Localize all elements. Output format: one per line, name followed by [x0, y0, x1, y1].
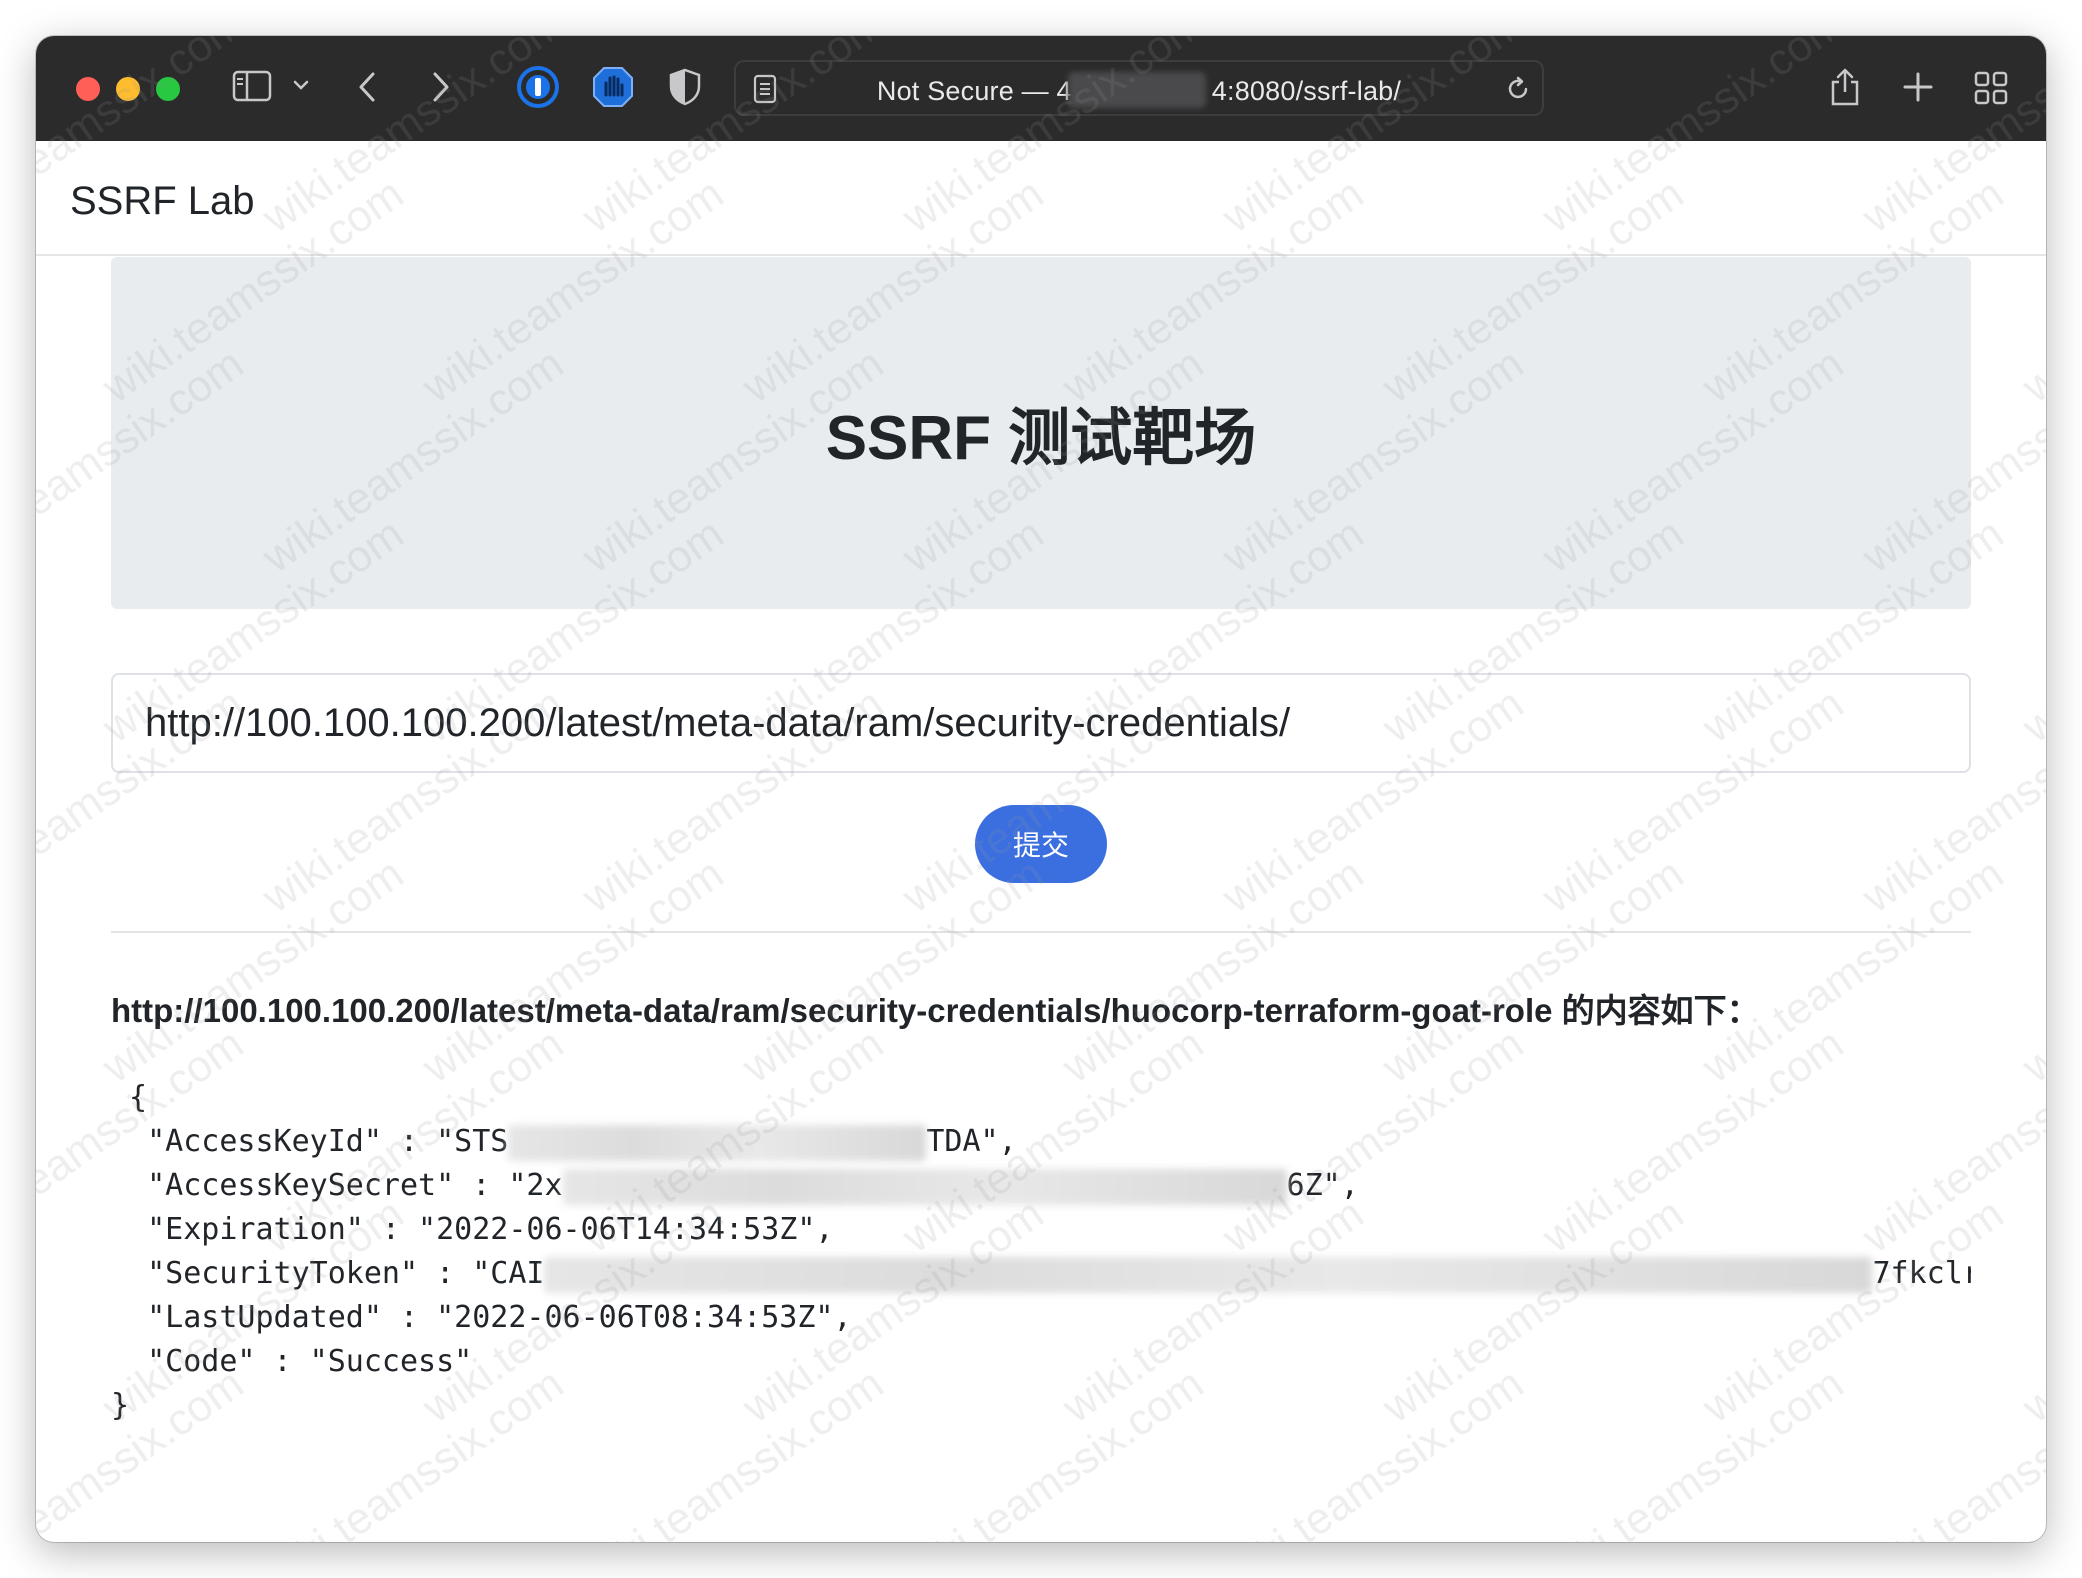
url-input[interactable] — [111, 673, 1971, 773]
json-expiration: "Expiration" : "2022-06-06T14:34:53Z", — [111, 1212, 834, 1247]
json-access-key-secret: "AccessKeySecret" : "2x 6Z", — [111, 1164, 1971, 1208]
sidebar-toggle-icon[interactable] — [232, 70, 272, 102]
chevron-down-icon[interactable] — [292, 78, 310, 92]
json-close-brace: } — [111, 1388, 130, 1423]
divider — [111, 931, 1971, 933]
tab-overview-icon[interactable] — [1974, 71, 2008, 105]
forward-arrow-icon[interactable] — [428, 70, 452, 104]
json-security-token: "SecurityToken" : "CAI 7fkclr — [111, 1252, 1971, 1296]
redacted-access-key-id — [508, 1124, 927, 1161]
watermark-text: wiki.teamssix.com — [733, 848, 1053, 1093]
watermark-text: wiki.teamssix.com — [1693, 848, 2013, 1093]
watermark-text: wiki.teamssix.com — [2013, 1188, 2046, 1433]
security-token-prefix: "SecurityToken" : "CAI — [111, 1256, 545, 1291]
watermark-text: wiki.teamssix.com — [1053, 848, 1373, 1093]
access-key-id-suffix: TDA", — [926, 1124, 1017, 1159]
address-bar[interactable]: Not Secure — 4 4:8080/ssrf-lab/ — [734, 60, 1544, 116]
json-open-brace: { — [111, 1080, 148, 1115]
submit-button[interactable]: 提交 — [975, 805, 1107, 883]
content-blocker-icon[interactable] — [591, 65, 635, 109]
site-navbar: SSRF Lab — [36, 141, 2046, 256]
result-heading: http://100.100.100.200/latest/meta-data/… — [111, 992, 1760, 1029]
watermark-text: wiki.teamssix.com — [2013, 508, 2046, 753]
new-tab-plus-icon[interactable] — [1902, 71, 1934, 103]
json-code: "Code" : "Success" — [111, 1344, 473, 1379]
watermark-text: wiki.teamssix.com — [2013, 848, 2046, 1093]
watermark-text: wiki.teamssix.com — [1373, 848, 1693, 1093]
access-key-secret-suffix: 6Z", — [1286, 1168, 1359, 1203]
watermark-text: wiki.teamssix.com — [413, 848, 733, 1093]
url-prefix: Not Secure — 4 — [876, 76, 1072, 106]
reload-icon[interactable] — [1504, 75, 1532, 103]
redacted-host — [1068, 72, 1206, 108]
redacted-access-key-secret — [562, 1168, 1287, 1205]
browser-window: Not Secure — 4 4:8080/ssrf-lab/ SSRF Lab … — [36, 36, 2046, 1542]
access-key-id-prefix: "AccessKeyId" : "STS — [111, 1124, 509, 1159]
json-access-key-id: "AccessKeyId" : "STS TDA", — [111, 1120, 1971, 1164]
navbar-brand[interactable]: SSRF Lab — [70, 179, 255, 224]
json-response: { "AccessKeyId" : "STS TDA", "AccessKeySe… — [111, 1076, 1971, 1428]
password-manager-icon[interactable] — [516, 65, 560, 109]
browser-toolbar: Not Secure — 4 4:8080/ssrf-lab/ — [36, 36, 2046, 141]
url-suffix: 4:8080/ssrf-lab/ — [1211, 76, 1402, 106]
privacy-shield-icon[interactable] — [668, 68, 702, 106]
minimize-window-button[interactable] — [116, 77, 140, 101]
watermark-text: wiki.teamssix.com — [93, 848, 413, 1093]
close-window-button[interactable] — [76, 77, 100, 101]
json-last-updated: "LastUpdated" : "2022-06-06T08:34:53Z", — [111, 1300, 852, 1335]
redacted-security-token — [544, 1256, 1873, 1293]
zoom-window-button[interactable] — [156, 77, 180, 101]
page-title: SSRF 测试靶场 — [825, 404, 1257, 473]
security-token-suffix: 7fkclr — [1872, 1256, 1971, 1291]
back-arrow-icon[interactable] — [356, 70, 380, 104]
share-icon[interactable] — [1828, 66, 1862, 108]
access-key-secret-prefix: "AccessKeySecret" : "2x — [111, 1168, 563, 1203]
hero-banner: SSRF 测试靶场 — [111, 257, 1971, 609]
